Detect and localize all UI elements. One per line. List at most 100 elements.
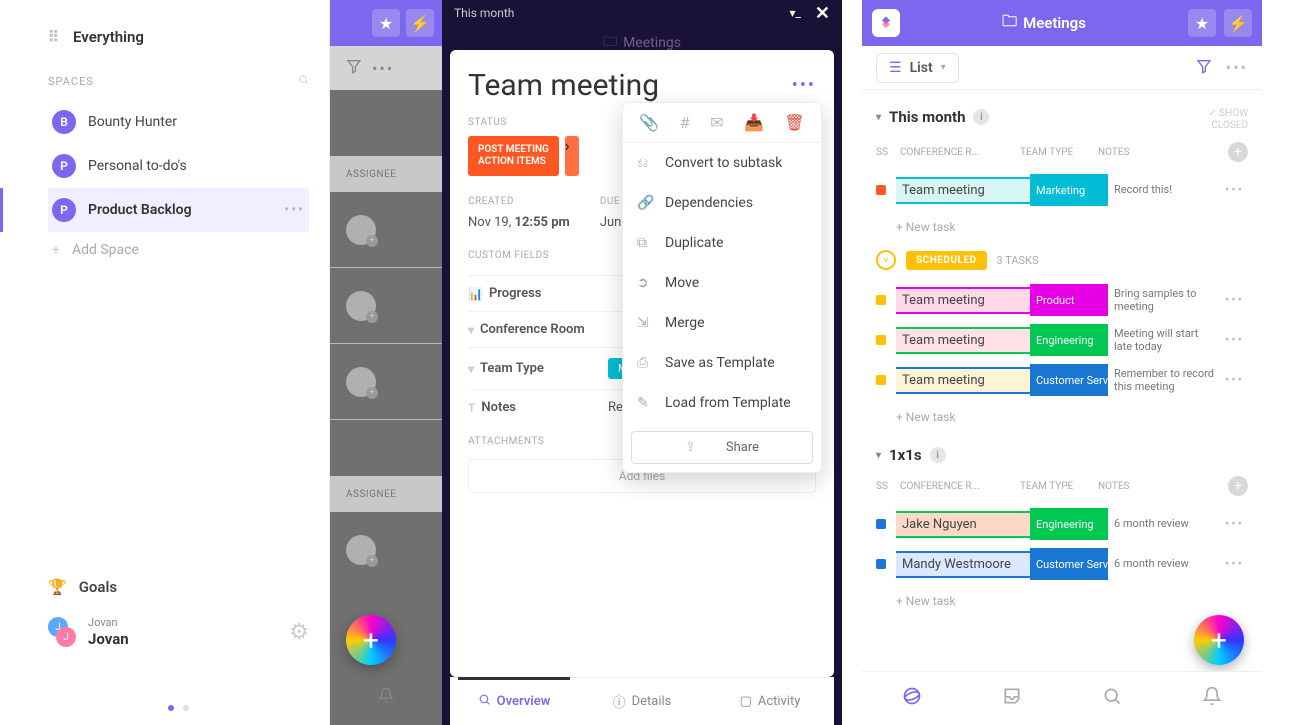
group-this-month[interactable]: ▾ This month i [876,90,989,134]
task-row[interactable]: Team meeting Customer Serv... Remember t… [876,360,1248,400]
info-icon: ⓘ [613,692,626,711]
assignee-row[interactable] [330,268,442,344]
pager-dots [48,696,309,715]
menu-share[interactable]: ⇪ Share [631,431,813,464]
row-more-icon[interactable]: ••• [1221,557,1248,572]
archive-icon[interactable]: 📥 [744,113,764,132]
filter-icon[interactable] [346,58,362,78]
user-row[interactable]: J J Jovan Jovan ⚙ [48,608,309,656]
minimize-icon[interactable]: ▾_ [789,6,800,20]
task-row[interactable]: Team meeting Marketing Record this! ••• [876,170,1248,210]
task-name: Team meeting [896,367,1030,394]
col-conference[interactable]: CONFERENCE R... [900,147,1020,158]
fab-add[interactable]: + [346,615,396,665]
assignee-row[interactable] [330,512,442,588]
dot-active[interactable] [168,705,174,711]
bottom-nav [862,671,1262,725]
assignee-row[interactable] [330,192,442,268]
space-avatar: P [52,154,76,178]
search-icon[interactable] [298,74,309,88]
menu-move[interactable]: ➲Move [623,263,821,303]
menu-dependencies[interactable]: 🔗Dependencies [623,183,821,223]
status-line1: POST MEETING [478,144,549,155]
task-row[interactable]: Mandy Westmoore Customer Serv... 6 month… [876,544,1248,584]
group3-label: 1x1s [889,446,922,464]
star-button[interactable]: ★ [372,9,400,37]
mail-icon[interactable]: ✉ [710,113,723,132]
menu-save-template-label: Save as Template [665,355,775,371]
task-row[interactable]: Jake Nguyen Engineering 6 month review •… [876,504,1248,544]
cf-progress: Progress [489,286,542,301]
status-next-step[interactable]: › [565,136,579,176]
header-title[interactable]: 🗀 Meetings [908,11,1180,36]
task-row[interactable]: Team meeting Product Bring samples to me… [876,280,1248,320]
hash-icon[interactable]: # [680,113,690,132]
task-title[interactable]: Team meeting [468,68,659,103]
col-notes[interactable]: NOTES [1098,481,1228,492]
new-task-g1[interactable]: + New task [876,210,1248,240]
space-row[interactable]: P Product Backlog ••• [48,188,309,232]
more-icon[interactable]: ••• [284,202,305,218]
nav-notifications[interactable] [1202,686,1222,711]
goals-row[interactable]: 🏆 Goals [48,566,309,608]
bolt-button[interactable]: ⚡ [406,9,434,37]
col-team-type[interactable]: TEAM TYPE [1020,147,1098,158]
col-conference[interactable]: CONFERENCE R... [900,481,1020,492]
group-scheduled[interactable]: ˅ SCHEDULED 3 TASKS [876,240,1248,280]
menu-convert-subtask[interactable]: ⎌Convert to subtask [623,143,821,183]
nav-inbox[interactable] [1002,686,1022,711]
row-more-icon[interactable]: ••• [1221,373,1248,388]
menu-load-template[interactable]: ✎Load from Template [623,383,821,423]
team-type-cell: Product [1030,284,1108,316]
menu-duplicate[interactable]: ⧉Duplicate [623,223,821,263]
task-row[interactable]: Team meeting Engineering Meeting will st… [876,320,1248,360]
assignee-row[interactable] [330,344,442,420]
space-name: Bounty Hunter [88,114,177,130]
show-closed-toggle[interactable]: SHOW CLOSED [1208,90,1248,132]
space-row[interactable]: B Bounty Hunter [48,100,309,144]
more-icon[interactable]: ••• [1226,58,1248,78]
bolt-button[interactable]: ⚡ [1224,9,1252,37]
tab-overview[interactable]: Overview [450,678,578,725]
group-1x1s[interactable]: ▾ 1x1s i [876,430,1248,468]
new-task-g3[interactable]: + New task [876,584,1248,614]
fab-add[interactable]: + [1194,615,1244,665]
info-icon[interactable]: i [930,447,946,463]
more-icon[interactable]: ••• [372,59,394,78]
column-headers-2: SS CONFERENCE R... TEAM TYPE NOTES + [876,468,1248,504]
space-row[interactable]: P Personal to-do's [48,144,309,188]
app-logo[interactable] [872,9,900,37]
star-button[interactable]: ★ [1188,9,1216,37]
dot[interactable] [183,705,189,711]
row-more-icon[interactable]: ••• [1221,183,1248,198]
nav-search[interactable] [1102,686,1122,711]
attachment-icon[interactable]: 📎 [639,113,659,132]
view-selector[interactable]: ☰ List ▾ [876,53,959,83]
filter-icon[interactable] [1196,58,1212,78]
view-label: List [910,60,933,76]
gear-icon[interactable]: ⚙ [289,620,309,645]
menu-merge[interactable]: ⇲Merge [623,303,821,343]
everything-row[interactable]: ⠿ Everything [48,28,309,46]
row-more-icon[interactable]: ••• [1221,293,1248,308]
tab-activity[interactable]: ▢ Activity [706,678,834,725]
row-more-icon[interactable]: ••• [1221,517,1248,532]
nav-home[interactable] [902,686,922,711]
task-more-button[interactable]: ••• [792,75,816,96]
add-space-button[interactable]: + Add Space [48,232,309,268]
col-team-type[interactable]: TEAM TYPE [1020,481,1098,492]
plus-icon: + [52,242,60,258]
menu-save-template[interactable]: ⎙Save as Template [623,343,821,383]
team-type-cell: Marketing [1030,174,1108,206]
close-icon[interactable]: ✕ [815,3,830,24]
bell-row[interactable] [330,665,442,725]
trash-icon[interactable]: 🗑 [784,113,804,132]
add-column-button[interactable]: + [1228,476,1248,496]
add-column-button[interactable]: + [1228,142,1248,162]
breadcrumb[interactable]: This month [454,6,514,20]
tab-details[interactable]: ⓘ Details [578,678,706,725]
col-notes[interactable]: NOTES [1098,147,1228,158]
row-more-icon[interactable]: ••• [1221,333,1248,348]
new-task-g2[interactable]: + New task [876,400,1248,430]
info-icon[interactable]: i [973,109,989,125]
